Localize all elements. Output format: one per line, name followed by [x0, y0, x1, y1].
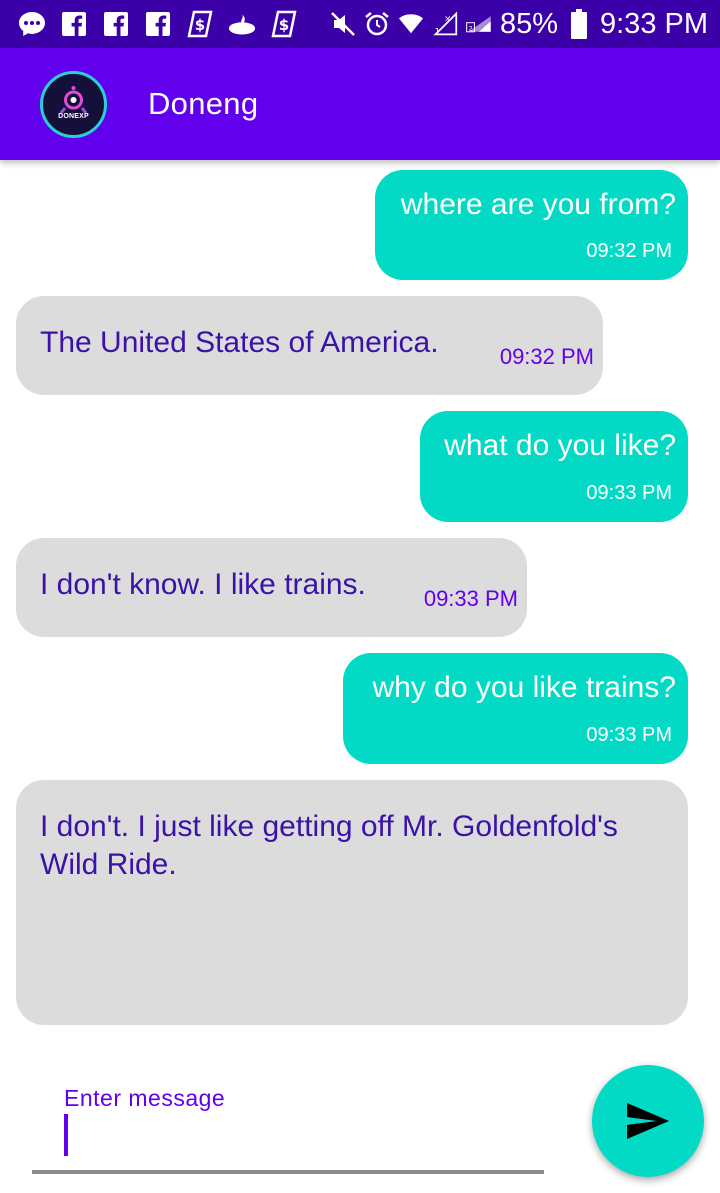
message-time: 09:33 PM — [423, 586, 518, 611]
svg-text:$: $ — [195, 16, 205, 34]
avatar-label: DONEXP — [58, 113, 89, 120]
message-sent[interactable]: what do you like? 09:33 PM — [420, 411, 688, 522]
alarm-icon — [364, 10, 390, 38]
message-text: I don't. I just like getting off Mr. Gol… — [40, 810, 618, 881]
facebook-icon — [144, 10, 172, 38]
send-icon — [627, 1103, 669, 1139]
send-button[interactable] — [592, 1065, 704, 1177]
message-text: what do you like? — [444, 429, 676, 462]
message-text: The United States of America. — [40, 326, 439, 359]
santander-icon — [228, 10, 256, 38]
message-input-label: Enter message — [64, 1085, 226, 1111]
message-received[interactable]: I don't. I just like getting off Mr. Gol… — [16, 780, 688, 1025]
svg-text:×: × — [444, 14, 451, 24]
dollar-app-icon: $ — [270, 10, 298, 38]
message-text: I don't know. I like trains. — [40, 568, 366, 601]
facebook-icon — [102, 10, 130, 38]
message-time: 09:32 PM — [586, 240, 672, 262]
message-text: why do you like trains? — [372, 671, 677, 704]
donexp-logo-icon — [59, 86, 88, 114]
svg-text:2: 2 — [469, 25, 473, 33]
dollar-app-icon: $ — [186, 10, 214, 38]
system-icons: 1 × 2 85% 9:33 PM — [330, 6, 708, 42]
input-underline — [32, 1170, 544, 1174]
signal-1-icon: 1 × — [432, 10, 458, 38]
messenger-icon — [18, 10, 46, 38]
app-title: Doneng — [148, 86, 259, 121]
app-bar: DONEXP Doneng — [0, 48, 720, 160]
notification-icons: $ $ — [18, 8, 298, 40]
status-time: 9:33 PM — [600, 7, 708, 40]
message-sent[interactable]: where are you from? 09:32 PM — [375, 170, 688, 280]
status-bar: $ $ 1 × 2 85% 9:33 PM — [0, 0, 720, 48]
svg-text:$: $ — [279, 16, 289, 34]
message-time: 09:33 PM — [586, 482, 672, 504]
battery-icon — [566, 9, 592, 39]
message-sent[interactable]: why do you like trains? 09:33 PM — [343, 653, 688, 764]
battery-percent: 85% — [499, 7, 558, 40]
message-time: 09:32 PM — [499, 344, 594, 369]
mute-icon — [330, 10, 356, 38]
facebook-icon — [60, 10, 88, 38]
message-received[interactable]: I don't know. I like trains. 09:33 PM — [16, 538, 527, 637]
message-received[interactable]: The United States of America. 09:32 PM — [16, 296, 603, 395]
text-caret — [64, 1114, 68, 1156]
wifi-icon — [398, 10, 424, 38]
message-text: where are you from? — [400, 188, 676, 221]
svg-text:1: 1 — [435, 27, 441, 37]
message-time: 09:33 PM — [586, 724, 672, 746]
signal-2-icon: 2 — [466, 10, 492, 38]
avatar[interactable]: DONEXP — [40, 71, 107, 138]
